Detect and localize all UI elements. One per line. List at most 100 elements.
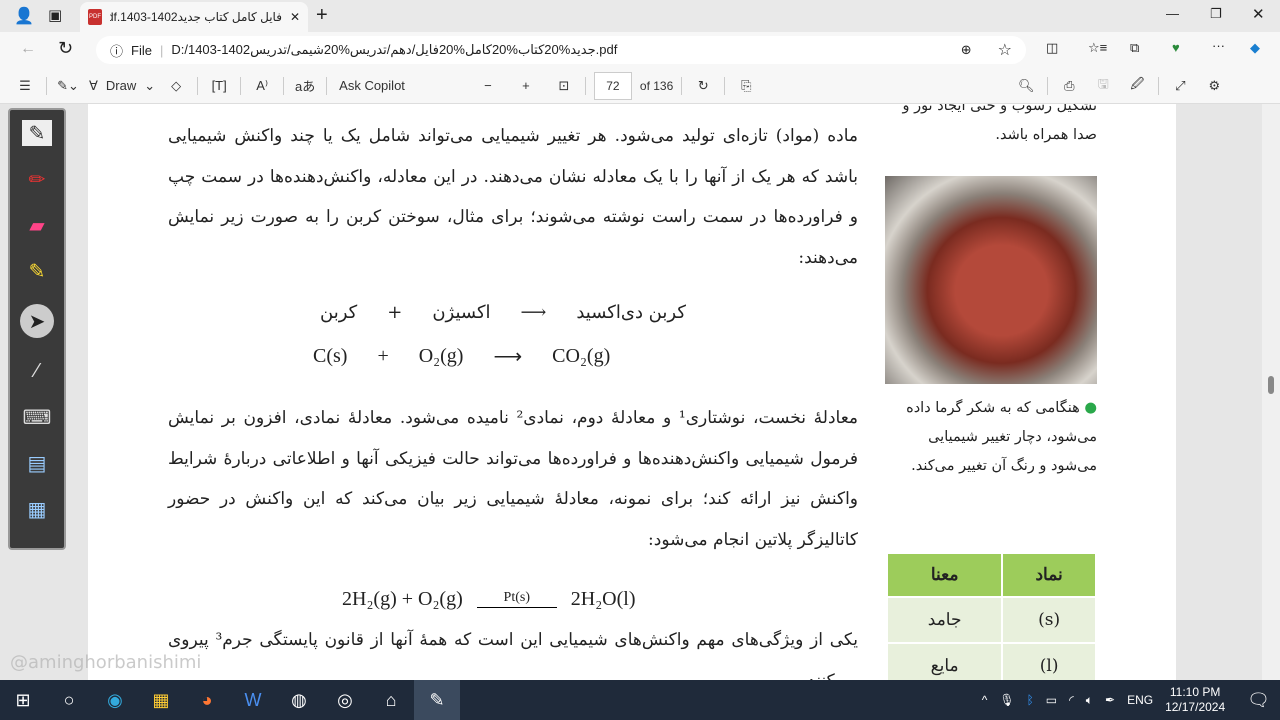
restore-button[interactable]: ❐ (1210, 6, 1222, 22)
edge-icon[interactable]: ◉ (92, 680, 138, 720)
paragraph-1: ماده (مواد) تازه‌ای تولید می‌شود. هر تغی… (168, 126, 858, 268)
table-cell: جامد (888, 598, 1002, 642)
formula-equation: C(s) + O₂(g) ⟶ CO₂(g) (313, 344, 610, 369)
firefox-icon[interactable]: ◕ (184, 680, 230, 720)
volume-icon[interactable]: 🔈︎ (1086, 693, 1093, 708)
language-indicator[interactable]: ENG (1127, 693, 1153, 707)
table-row: (s) جامد (888, 598, 1095, 642)
microphone-icon[interactable]: 🎙︎ (999, 693, 1014, 707)
wifi-icon[interactable]: ◜ (1069, 693, 1074, 707)
read-aloud-icon[interactable]: A⁾ (249, 72, 275, 100)
address-bar-row: ← ↻ ⓘ File | D:/1403-1402جدید%20کتاب%20ک… (0, 32, 1280, 68)
vertical-scrollbar[interactable] (1262, 104, 1280, 680)
search-taskbar-icon[interactable]: ○ (46, 680, 92, 720)
eq-right: 2H₂O(l) (570, 588, 636, 610)
store-icon[interactable]: ▦ (138, 680, 184, 720)
copilot-icon[interactable]: ◆ (1250, 40, 1260, 56)
search-icon[interactable]: 🔍︎ (1013, 72, 1039, 100)
watermark: @aminghorbanishimi (10, 652, 202, 673)
word-equation: کربن دی‌اکسید ⟶ اکسیژن + کربن (320, 302, 686, 323)
eraser-icon[interactable]: ◇ (163, 72, 189, 100)
favorite-star-icon[interactable]: ☆ (998, 40, 1012, 60)
refresh-button[interactable]: ↻ (58, 38, 73, 59)
highlight-icon[interactable]: ✎⌄ (55, 72, 81, 100)
capture-icon[interactable]: ▦ (22, 496, 52, 522)
bullet-icon: ● (1084, 400, 1097, 416)
app3-icon[interactable]: ⌂ (368, 680, 414, 720)
pen-tray-icon[interactable]: ✒ (1105, 693, 1115, 707)
eq-arrow: ⟶ (493, 346, 523, 368)
page-view-icon[interactable]: ⎘ (733, 72, 759, 100)
scroll-thumb[interactable] (1268, 376, 1274, 394)
fit-page-icon[interactable]: ⊡ (551, 72, 577, 100)
photo-caption: ● هنگامی که به شکر گرما داده می‌شود، دچا… (885, 394, 1097, 481)
info-icon: ⓘ (110, 43, 124, 59)
bluetooth-icon[interactable]: ᛒ (1027, 693, 1034, 707)
screen-icon[interactable]: ▤ (22, 450, 52, 476)
url-prefix: File (131, 42, 152, 58)
tab-pdf[interactable]: PDF فایل کامل کتاب جدید1402-1403.pdf ✕ (80, 2, 308, 32)
ask-copilot-button[interactable]: Ask Copilot (339, 72, 405, 100)
new-tab-button[interactable]: + (316, 4, 328, 27)
collections-icon[interactable]: ⧉ (1130, 40, 1139, 56)
eq-catalyst: Pt(s) (503, 590, 530, 605)
save-icon: 🖫 (1097, 75, 1109, 91)
settings-icon[interactable]: ⚙ (1201, 72, 1227, 100)
tab-bar: 👤 ▣ PDF فایل کامل کتاب جدید1402-1403.pdf… (0, 0, 1280, 32)
close-tab-icon[interactable]: ✕ (290, 10, 300, 24)
pdf-viewer: ماده (مواد) تازه‌ای تولید می‌شود. هر تغی… (0, 104, 1262, 680)
pointer-icon[interactable]: ➤ (20, 304, 54, 338)
paragraph-3: یکی از ویژگی‌های مهم واکنش‌های شیمیایی ا… (168, 630, 858, 680)
page-number-input[interactable]: 72 (593, 71, 632, 100)
pdf-icon: PDF (88, 9, 102, 25)
eq-c: C(s) (313, 345, 348, 367)
eyedropper-icon[interactable]: ⁄ (22, 358, 52, 384)
close-window-button[interactable]: ✕ (1252, 5, 1265, 23)
address-bar[interactable]: ⓘ File | D:/1403-1402جدید%20کتاب%20کامل%… (96, 36, 1026, 64)
annotation-toolbar: ✎ ✏ ▰ ✎ ➤ ⁄ ⌨ ▤ ▦ (8, 108, 66, 550)
app2-icon[interactable]: ◎ (322, 680, 368, 720)
save-as-icon[interactable]: 🖉 (1124, 72, 1150, 100)
minimize-button[interactable]: — (1166, 6, 1179, 21)
favorites-icon[interactable]: ☆≡ (1088, 40, 1107, 56)
more-menu-icon[interactable]: ··· (1212, 38, 1225, 53)
caption-text: هنگامی که به شکر گرما داده می‌شود، دچار … (906, 400, 1097, 474)
battery-icon[interactable]: ▭ (1046, 693, 1057, 707)
zoom-icon[interactable]: ⊕ (961, 42, 972, 58)
eq-left: 2H₂(g) + O₂(g) (342, 588, 463, 610)
eq-plus: + (387, 302, 403, 323)
side-note: تشکیل رسوب و حتی ایجاد نور و صدا همراه ب… (902, 104, 1097, 143)
pdf-toolbar: ☰ ✎⌄ ∀ Draw ⌄ ◇ [T] A⁾ aあ Ask Copilot − + … (0, 68, 1280, 104)
text-box-icon[interactable]: [T] (206, 72, 232, 100)
eraser-tool-icon[interactable]: ▰ (22, 212, 52, 238)
rotate-icon[interactable]: ↻ (690, 72, 716, 100)
clock[interactable]: 11:10 PM 12/17/2024 (1165, 685, 1225, 715)
draw-button[interactable]: ∀ Draw ⌄ (89, 72, 155, 100)
eq-arrow: ⟶ (520, 302, 547, 323)
symbols-table: نماد معنا (s) جامد (l) مایع (886, 552, 1097, 680)
start-icon[interactable]: ⊞ (0, 680, 46, 720)
taskbar: ⊞ ○ ◉ ▦ ◕ W ◍ ◎ ⌂ ✎ ^ 🎙︎ ᛒ ▭ ◜ 🔈︎ ✒ ENG … (0, 680, 1280, 720)
tab-title: فایل کامل کتاب جدید1402-1403.pdf (110, 10, 282, 24)
profile-icon[interactable]: 👤 (14, 6, 34, 26)
keyboard-icon[interactable]: ⌨ (22, 404, 52, 430)
translate-icon[interactable]: aあ (292, 72, 318, 100)
tab-actions-icon[interactable]: ▣ (48, 6, 62, 24)
print-icon[interactable]: ⎙ (1056, 72, 1082, 100)
notifications-icon[interactable]: 🗨︎ (1247, 690, 1270, 711)
pen-icon[interactable]: ✏ (22, 166, 52, 192)
contents-icon[interactable]: ☰ (12, 72, 38, 100)
word-icon[interactable]: W (230, 680, 276, 720)
back-button[interactable]: ← (20, 40, 36, 58)
zoom-in-button[interactable]: + (513, 72, 539, 100)
fullscreen-icon[interactable]: ⤢ (1167, 72, 1193, 100)
tray-chevron-icon[interactable]: ^ (982, 693, 988, 707)
whiteboard-icon[interactable]: ✎ (22, 120, 52, 146)
table-cell: (s) (1003, 598, 1095, 642)
zoom-out-button[interactable]: − (475, 72, 501, 100)
split-screen-icon[interactable]: ◫ (1046, 40, 1058, 56)
highlighter-icon[interactable]: ✎ (22, 258, 52, 284)
active-app-icon[interactable]: ✎ (414, 680, 460, 720)
app-icon[interactable]: ◍ (276, 680, 322, 720)
browser-essentials-icon[interactable]: ♥ (1172, 40, 1180, 55)
